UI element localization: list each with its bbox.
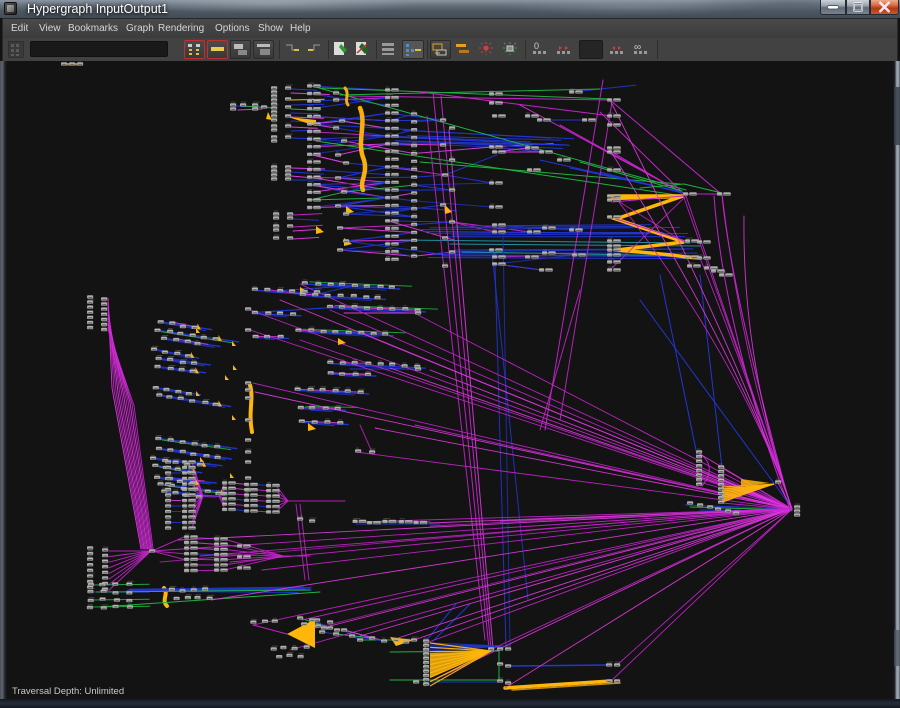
svg-text:0: 0 xyxy=(534,41,539,51)
